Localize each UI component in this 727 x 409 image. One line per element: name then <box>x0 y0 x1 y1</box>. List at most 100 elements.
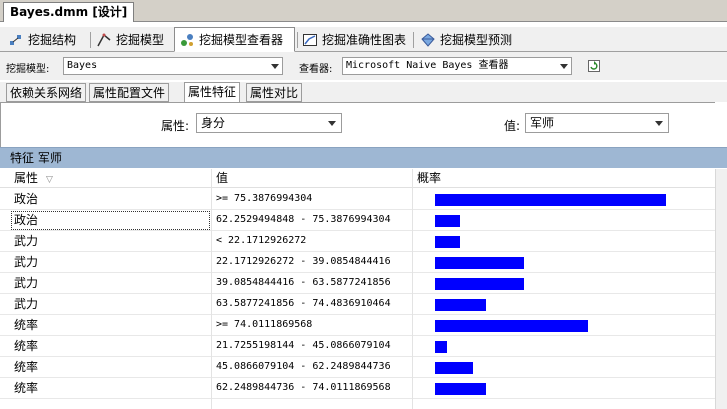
mining-structure-icon <box>8 32 24 48</box>
document-tabstrip: Bayes.dmm [设计] <box>0 0 727 22</box>
attribute-select[interactable]: 身分 <box>196 113 342 133</box>
tab-separator <box>90 32 91 48</box>
column-header-probability[interactable]: 概率 <box>413 169 713 188</box>
row-attribute: 政治 <box>10 210 211 231</box>
row-probability <box>413 294 713 315</box>
vertical-scrollbar[interactable] <box>715 169 727 409</box>
tab-model-viewer[interactable]: 挖掘模型查看器 <box>174 27 295 52</box>
prediction-diamond-icon <box>420 32 436 48</box>
row-attribute: 武力 <box>14 297 39 311</box>
value-select[interactable]: 军师 <box>525 113 669 133</box>
row-value: 22.1712926272 - 39.0854844416 <box>216 256 391 267</box>
row-attribute: 武力 <box>14 234 39 248</box>
tab-mining-structure[interactable]: 挖掘结构 <box>4 28 76 51</box>
viewer-select[interactable]: Microsoft Naive Bayes 查看器 <box>342 57 572 75</box>
probability-bar <box>435 215 460 227</box>
tab-label: 挖掘模型 <box>116 32 165 47</box>
tab-separator <box>413 32 414 48</box>
right-edge <box>715 102 727 147</box>
row-value: 21.7255198144 - 45.0866079104 <box>216 340 391 351</box>
accuracy-chart-icon <box>302 32 318 48</box>
table-row[interactable]: 武力 63.5877241856 - 74.4836910464 <box>0 294 715 315</box>
refresh-icon[interactable] <box>586 58 602 74</box>
value-value: 军师 <box>530 116 555 130</box>
column-header-value[interactable]: 值 <box>212 169 412 188</box>
row-probability <box>413 252 713 273</box>
probability-bar <box>435 383 486 395</box>
grid-header: 属性 ▽ 值 概率 <box>0 169 715 188</box>
row-attribute: 统率 <box>14 381 39 395</box>
column-divider <box>211 169 212 409</box>
chevron-down-icon <box>268 58 282 74</box>
row-probability <box>413 189 713 210</box>
probability-bar <box>435 299 486 311</box>
probability-bar <box>435 236 460 248</box>
row-value: 39.0854844416 - 63.5877241856 <box>216 277 391 288</box>
tab-attribute-discrimination[interactable]: 属性对比 <box>246 83 303 102</box>
characteristics-grid: 属性 ▽ 值 概率 政治 >= 75.3876994304 政治 62.25294948… <box>0 169 715 409</box>
table-row[interactable]: 统率 62.2489844736 - 74.0111869568 <box>0 378 715 399</box>
feature-header: 特征 军师 <box>0 147 727 168</box>
row-probability <box>413 273 713 294</box>
table-row[interactable]: 武力 < 22.1712926272 <box>0 231 715 252</box>
row-attribute: 武力 <box>14 255 39 269</box>
table-row[interactable]: 统率 21.7255198144 - 45.0866079104 <box>0 336 715 357</box>
probability-bar <box>435 278 524 290</box>
designer-tabbar: 挖掘结构 挖掘模型 挖掘模型查看器 挖掘准确性图表 挖掘模型预测 <box>0 27 727 52</box>
tab-attribute-characteristics[interactable]: 属性特征 <box>184 82 241 103</box>
value-label: 值: <box>504 119 521 133</box>
probability-bar <box>435 320 588 332</box>
row-attribute: 统率 <box>14 360 39 374</box>
chevron-down-icon <box>325 116 339 130</box>
probability-bar <box>435 257 524 269</box>
document-tab-bayes[interactable]: Bayes.dmm [设计] <box>3 2 135 22</box>
tab-model-prediction[interactable]: 挖掘模型预测 <box>416 28 512 51</box>
table-row[interactable]: 武力 22.1712926272 - 39.0854844416 <box>0 252 715 273</box>
mining-model-icon <box>96 32 112 48</box>
row-value: 63.5877241856 - 74.4836910464 <box>216 298 391 309</box>
tab-mining-model[interactable]: 挖掘模型 <box>92 28 164 51</box>
attribute-value: 身分 <box>201 116 226 130</box>
row-attribute: 统率 <box>14 318 39 332</box>
attribute-label: 属性: <box>161 119 190 133</box>
row-probability <box>413 378 713 399</box>
row-attribute: 武力 <box>14 276 39 290</box>
viewer-toolbar: 挖掘模型: Bayes 查看器: Microsoft Naive Bayes 查… <box>0 52 727 80</box>
row-value: 45.0866079104 - 62.2489844736 <box>216 361 391 372</box>
tab-label: 挖掘模型查看器 <box>199 32 284 47</box>
tab-attribute-profiles[interactable]: 属性配置文件 <box>89 83 170 102</box>
table-row[interactable]: 政治 62.2529494848 - 75.3876994304 <box>0 210 715 231</box>
row-attribute: 政治 <box>14 192 39 206</box>
row-probability <box>413 357 713 378</box>
tab-label: 挖掘结构 <box>28 32 77 47</box>
tab-accuracy-chart[interactable]: 挖掘准确性图表 <box>298 28 406 51</box>
probability-bar <box>435 194 666 206</box>
row-value: < 22.1712926272 <box>216 235 307 246</box>
row-attribute: 统率 <box>14 339 39 353</box>
viewer-label: 查看器: <box>299 64 333 75</box>
tab-dependency-network[interactable]: 依赖关系网络 <box>6 83 87 102</box>
table-row[interactable]: 统率 >= 74.0111869568 <box>0 315 715 336</box>
row-probability <box>413 231 713 252</box>
row-value: >= 75.3876994304 <box>216 193 313 204</box>
chevron-down-icon <box>652 116 666 130</box>
probability-bar <box>435 341 447 353</box>
mining-model-value: Bayes <box>67 60 98 71</box>
chevron-down-icon <box>557 58 571 74</box>
characteristics-filter: 属性: 身分 值: 军师 <box>0 102 727 147</box>
column-divider <box>412 169 413 409</box>
tab-label: 挖掘模型预测 <box>440 32 513 47</box>
probability-bar <box>435 362 473 374</box>
viewer-subtabs: 依赖关系网络 属性配置文件 属性特征 属性对比 <box>0 82 727 103</box>
mining-model-select[interactable]: Bayes <box>63 57 283 75</box>
row-probability <box>413 210 713 231</box>
table-row[interactable]: 统率 45.0866079104 - 62.2489844736 <box>0 357 715 378</box>
row-value: >= 74.0111869568 <box>216 319 313 330</box>
column-header-attribute[interactable]: 属性 ▽ <box>10 169 211 188</box>
row-value: 62.2529494848 - 75.3876994304 <box>216 214 391 225</box>
mining-model-label: 挖掘模型: <box>6 64 50 75</box>
viewer-value: Microsoft Naive Bayes 查看器 <box>346 60 509 71</box>
table-row[interactable]: 政治 >= 75.3876994304 <box>0 189 715 210</box>
table-row[interactable]: 武力 39.0854844416 - 63.5877241856 <box>0 273 715 294</box>
model-viewer-icon <box>179 32 195 48</box>
